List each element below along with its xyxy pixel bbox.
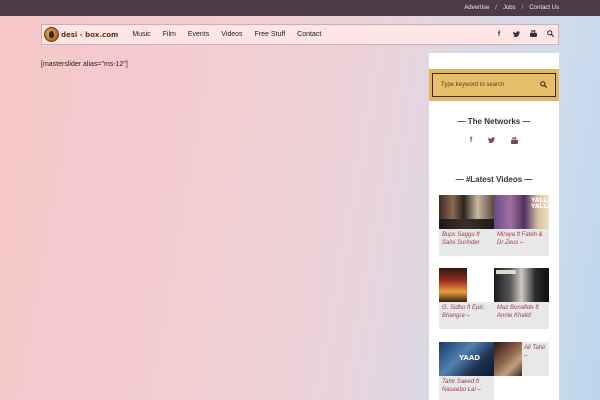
yaad-thumb-text: YAAD <box>459 354 481 362</box>
yalla-thumb-text: YALLA YALLA <box>531 197 549 210</box>
networks-icons: f <box>429 137 559 146</box>
nav-item-music[interactable]: Music <box>132 31 150 38</box>
video-card[interactable]: YAAD Tahir Saeed ft Naseebo Lal – <box>439 342 494 400</box>
topbar-link-contact-us[interactable]: Contact Us <box>529 5 559 11</box>
youtube-icon[interactable] <box>511 137 519 146</box>
video-thumbnail[interactable] <box>494 342 522 376</box>
twitter-icon[interactable] <box>512 30 520 39</box>
nav-item-contact[interactable]: Contact <box>297 31 321 38</box>
video-card[interactable]: G. Sidhu ft Epic Bhangra – <box>439 268 494 329</box>
main-navbar: desi - box.com Music Film Events Videos … <box>41 24 559 45</box>
latest-videos-title: — #Latest Videos — <box>455 175 533 184</box>
topbar-link-jobs[interactable]: Jobs <box>503 5 516 11</box>
video-card[interactable]: YALLA YALLA Miraya ft Fateh & Dr Zeus – <box>494 195 549 256</box>
video-caption[interactable]: Maz Bonafide ft Annie Khalid <box>494 302 549 329</box>
top-bar: Advertise / Jobs / Contact Us <box>0 0 600 16</box>
search-placeholder: Type keyword to search <box>441 82 505 88</box>
sidebar-search-widget: Type keyword to search <box>429 69 559 101</box>
search-icon[interactable] <box>540 80 548 90</box>
topbar-separator: / <box>521 5 524 11</box>
nav-item-events[interactable]: Events <box>188 31 209 38</box>
video-caption[interactable]: G. Sidhu ft Epic Bhangra – <box>439 302 494 329</box>
site-logo[interactable]: desi - box.com <box>42 25 124 44</box>
video-card[interactable]: Bups Saggu ft Saini Surinder <box>439 195 494 256</box>
sidebar-search-input[interactable]: Type keyword to search <box>432 73 556 97</box>
nav-menu: Music Film Events Videos Free Stuff Cont… <box>132 31 333 38</box>
topbar-link-advertise[interactable]: Advertise <box>464 5 489 11</box>
twitter-icon[interactable] <box>488 137 496 146</box>
video-thumbnail[interactable]: YALLA YALLA <box>494 195 549 229</box>
video-card[interactable]: Maz Bonafide ft Annie Khalid <box>494 268 549 329</box>
nav-item-videos[interactable]: Videos <box>221 31 242 38</box>
sidebar: Type keyword to search — The Networks — … <box>429 53 559 400</box>
video-card[interactable]: Ali Tahir – <box>494 342 549 376</box>
logo-emblem-icon <box>44 27 59 42</box>
networks-title: — The Networks — <box>457 117 531 126</box>
search-icon[interactable] <box>546 30 554 39</box>
nav-item-film[interactable]: Film <box>163 31 176 38</box>
facebook-icon[interactable]: f <box>495 31 503 38</box>
nav-item-free-stuff[interactable]: Free Stuff <box>255 31 286 38</box>
topbar-separator: / <box>495 5 497 11</box>
facebook-icon[interactable]: f <box>470 137 472 146</box>
nav-social-icons: f <box>486 30 558 39</box>
logo-text: desi - box.com <box>61 30 119 39</box>
video-thumbnail[interactable] <box>439 195 494 229</box>
video-thumbnail[interactable] <box>494 268 549 302</box>
video-caption[interactable]: Ali Tahir – <box>522 342 549 376</box>
slider-shortcode-text: [masterslider alias="ms-12"] <box>41 61 128 68</box>
video-caption[interactable]: Tahir Saeed ft Naseebo Lal – <box>439 376 494 400</box>
video-thumbnail[interactable] <box>439 268 467 302</box>
youtube-icon[interactable] <box>529 30 537 39</box>
video-caption[interactable]: Miraya ft Fateh & Dr Zeus – <box>494 229 549 256</box>
video-caption[interactable]: Bups Saggu ft Saini Surinder <box>439 229 494 256</box>
video-thumbnail[interactable]: YAAD <box>439 342 494 376</box>
